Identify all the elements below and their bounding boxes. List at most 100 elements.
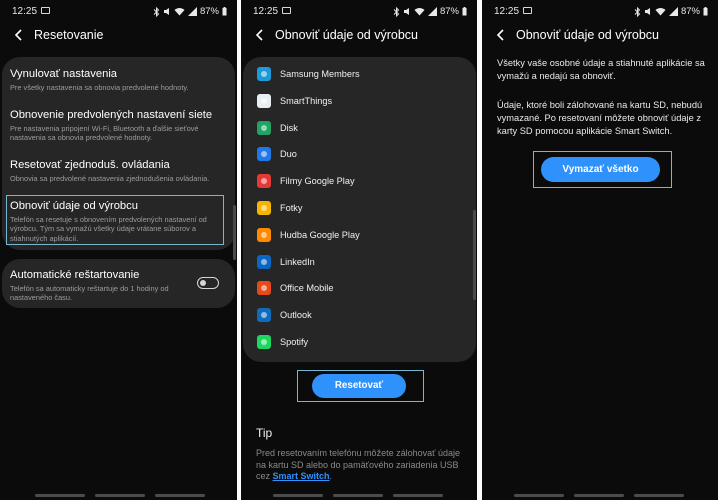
auto-restart-card: Automatické reštartovanie Telefón sa aut…: [2, 259, 235, 308]
play-music-icon: [257, 227, 271, 242]
page-title: Obnoviť údaje od výrobcu: [516, 28, 659, 42]
item-description: Telefón sa automaticky reštartuje do 1 h…: [10, 284, 169, 303]
back-arrow-icon[interactable]: [494, 28, 508, 42]
app-name: Hudba Google Play: [280, 229, 360, 240]
mute-icon: [403, 8, 409, 15]
scrollbar[interactable]: [233, 205, 236, 260]
signal-icon: [187, 7, 197, 16]
app-bar: Resetovanie: [0, 24, 237, 48]
status-time: 12:25: [253, 6, 279, 17]
app-name: Fotky: [280, 203, 303, 213]
item-title: Automatické reštartovanie: [10, 269, 140, 281]
play-movies-icon: [257, 174, 271, 189]
gallery-notification-icon: [282, 7, 291, 14]
tip-end: .: [329, 471, 333, 481]
status-time: 12:25: [12, 6, 38, 17]
app-bar: Obnoviť údaje od výrobcu: [482, 24, 718, 48]
toggle-knob: [200, 279, 206, 286]
item-description: Obnovia sa predvolené nastavenia zjednod…: [10, 174, 210, 183]
page-title: Resetovanie: [34, 28, 104, 42]
bluetooth-icon: [634, 6, 641, 17]
office-mobile-icon: [257, 281, 271, 296]
bluetooth-icon: [153, 6, 160, 17]
nav-bar-home[interactable]: [333, 494, 383, 497]
status-right: 87%: [153, 6, 227, 17]
screen-factory-reset: 12:25 87% Obnoviť údaje od výrobcu Samsu…: [241, 0, 477, 500]
back-arrow-icon[interactable]: [12, 28, 26, 42]
back-arrow-icon[interactable]: [253, 28, 267, 42]
auto-restart-item[interactable]: Automatické reštartovanie Telefón sa aut…: [10, 268, 185, 303]
warning-text: Všetky vaše osobné údaje a stiahnuté apl…: [497, 58, 705, 81]
gallery-notification-icon: [41, 7, 50, 14]
app-list-item: Duo: [257, 145, 466, 163]
battery-icon: [703, 7, 708, 16]
status-bar: 12:25 87%: [241, 0, 477, 22]
delete-all-button[interactable]: Vymazať všetko: [541, 157, 660, 182]
battery-icon: [222, 7, 227, 16]
spotify-icon: [257, 335, 271, 349]
reset-network-settings-item[interactable]: Obnovenie predvolených nastavení siete P…: [10, 108, 227, 143]
app-list-item: Office Mobile: [257, 279, 466, 297]
gallery-notification-icon: [523, 7, 532, 14]
status-bar: 12:25 87%: [0, 0, 237, 22]
reset-button[interactable]: Resetovať: [312, 374, 406, 398]
sd-card-info-text: Údaje, ktoré boli zálohované na kartu SD…: [497, 100, 703, 136]
nav-bar-left: [35, 494, 85, 497]
wifi-icon: [414, 8, 425, 16]
battery-percent: 87%: [680, 6, 700, 17]
app-list-item: Outlook: [257, 306, 466, 324]
app-name: Samsung Members: [280, 69, 360, 79]
item-title: Obnovenie predvolených nastavení siete: [10, 109, 213, 121]
status-time: 12:25: [494, 6, 520, 17]
nav-bar-right: [634, 494, 684, 497]
samsung-members-icon: [257, 67, 271, 81]
app-list-item: Spotify: [257, 333, 466, 351]
page-title: Obnoviť údaje od výrobcu: [275, 28, 418, 42]
smart-switch-link[interactable]: Smart Switch: [273, 471, 330, 481]
battery-percent: 87%: [439, 6, 459, 17]
highlight-box: [6, 195, 224, 245]
app-list-item: Disk: [257, 119, 466, 137]
app-name: Office Mobile: [280, 283, 334, 294]
app-name: Disk: [280, 122, 298, 133]
app-name: LinkedIn: [280, 256, 315, 267]
item-description: Pre nastavenia pripojení Wi-Fi, Bluetoot…: [10, 124, 199, 143]
nav-bar-left: [514, 494, 564, 497]
app-list-item: Samsung Members: [257, 65, 466, 83]
auto-restart-toggle[interactable]: [197, 277, 219, 289]
mute-icon: [644, 8, 650, 15]
google-duo-icon: [257, 147, 271, 162]
app-list-card: Samsung Members SmartThings Disk Duo Filmy G…: [243, 57, 476, 362]
mute-icon: [163, 8, 169, 15]
signal-icon: [427, 7, 437, 16]
battery-icon: [462, 7, 467, 16]
nav-bar-right: [393, 494, 443, 497]
nav-bar-home[interactable]: [95, 494, 145, 497]
nav-bar-home[interactable]: [574, 494, 624, 497]
app-name: Filmy Google Play: [280, 176, 355, 187]
reset-settings-item[interactable]: Vynulovať nastavenia Pre všetky nastaven…: [10, 67, 227, 92]
wifi-icon: [655, 8, 666, 16]
smartthings-icon: [257, 93, 271, 108]
reset-accessibility-item[interactable]: Resetovať zjednoduš. ovládania Obnovia s…: [10, 158, 227, 183]
app-name: Spotify: [280, 337, 309, 347]
app-list-item: SmartThings: [257, 92, 466, 110]
scrollbar[interactable]: [473, 210, 476, 300]
nav-bar-right: [155, 494, 205, 497]
app-list-item: Filmy Google Play: [257, 172, 466, 190]
app-name: Outlook: [280, 310, 312, 321]
screen-confirm-reset: 12:25 87% Obnoviť údaje od výrobcu Všetk…: [482, 0, 718, 500]
status-right: 87%: [393, 6, 467, 17]
nav-bar-left: [273, 494, 323, 497]
app-name: SmartThings: [280, 95, 333, 106]
item-title: Resetovať zjednoduš. ovládania: [10, 159, 170, 171]
status-right: 87%: [634, 6, 708, 17]
linkedin-icon: [257, 254, 271, 269]
google-drive-icon: [257, 120, 271, 135]
status-bar: 12:25 87%: [482, 0, 718, 22]
app-bar: Obnoviť údaje od výrobcu: [241, 24, 477, 48]
google-photos-icon: [257, 201, 271, 215]
tip-heading: Tip: [256, 426, 273, 440]
item-title: Vynulovať nastavenia: [10, 68, 118, 80]
app-list-item: LinkedIn: [257, 253, 466, 271]
